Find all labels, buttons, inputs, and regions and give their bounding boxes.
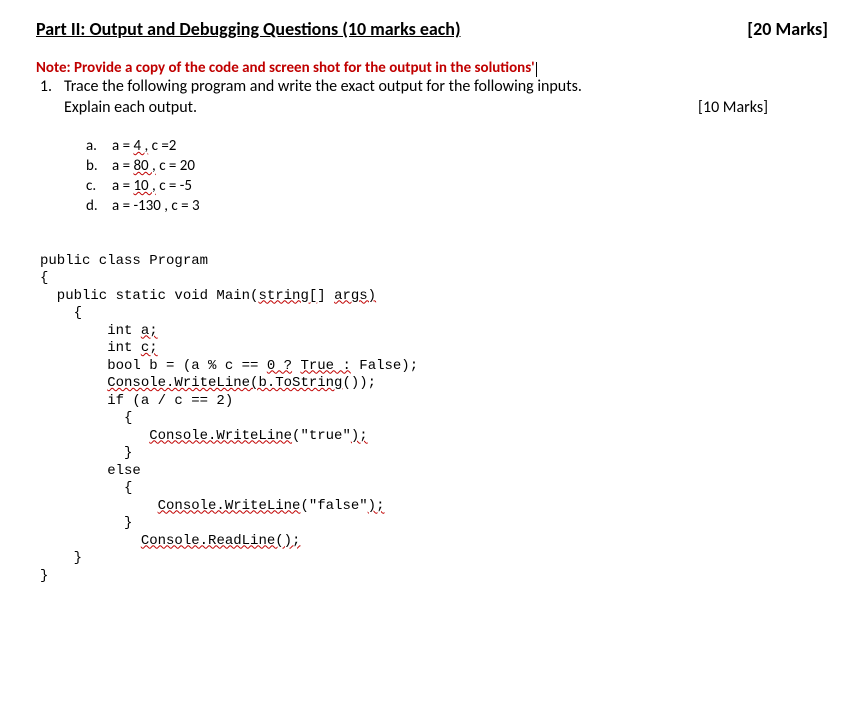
code-line: } [40,515,132,531]
code-line: int a; [40,323,158,339]
explain-row: Explain each output. [10 Marks] [36,98,828,117]
code-line: } [40,445,132,461]
code-line: bool b = (a % c == 0 ? True : False); [40,358,418,374]
text-cursor [536,62,537,77]
sub-letter: c. [86,177,112,195]
code-line: } [40,550,82,566]
code-line: else [40,463,141,479]
code-line: Console.ReadLine(); [40,533,300,549]
code-line: if (a / c == 2) [40,393,233,409]
sub-text: a = 10 , c = -5 [112,177,192,195]
section-title: Part II: Output and Debugging Questions … [36,18,461,40]
code-line: Console.WriteLine("false"); [40,498,384,514]
total-marks: [20 Marks] [747,18,828,40]
code-block: public class Program { public static voi… [36,235,828,585]
code-line: public class Program [40,253,208,269]
sub-text: a = 4 , c =2 [112,137,176,155]
sub-text: a = -130 , c = 3 [112,197,200,215]
sub-letter: d. [86,197,112,215]
sub-item-a: a. a = 4 , c =2 [86,137,828,155]
code-line: { [40,270,48,286]
code-line: { [40,480,132,496]
code-line: } [40,568,48,584]
sub-question-list: a. a = 4 , c =2 b. a = 80 , c = 20 c. a … [36,137,828,215]
note-line: Note: Provide a copy of the code and scr… [36,58,828,77]
sub-text: a = 80 , c = 20 [112,157,195,175]
code-line: Console.WriteLine("true"); [40,428,368,444]
sub-letter: b. [86,157,112,175]
code-line: Console.WriteLine(b.ToString()); [40,375,376,391]
code-line: { [40,305,82,321]
sub-item-b: b. a = 80 , c = 20 [86,157,828,175]
question-row: 1. Trace the following program and write… [36,77,828,96]
code-line: { [40,410,132,426]
question-marks: [10 Marks] [698,98,828,117]
sub-item-d: d. a = -130 , c = 3 [86,197,828,215]
explain-text: Explain each output. [64,98,197,117]
sub-letter: a. [86,137,112,155]
note-text: Note: Provide a copy of the code and scr… [36,59,535,77]
code-line: int c; [40,340,158,356]
question-text: Trace the following program and write th… [64,77,828,96]
question-number: 1. [36,77,64,96]
code-line: public static void Main(string[] args) [40,288,376,304]
header-row: Part II: Output and Debugging Questions … [36,18,828,40]
sub-item-c: c. a = 10 , c = -5 [86,177,828,195]
